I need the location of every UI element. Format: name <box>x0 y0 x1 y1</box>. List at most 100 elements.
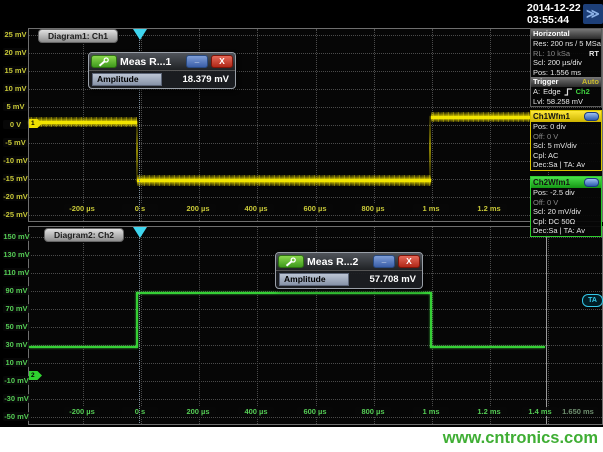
x-axis-label: 200 µs <box>180 407 216 416</box>
meas2-body: Amplitude 57.708 mV <box>276 271 422 288</box>
panel-minimize-icon[interactable] <box>584 178 599 187</box>
ch1wfm1-title: Ch1Wfm1 <box>533 111 570 122</box>
ch1-pos: Pos: 0 div <box>533 122 566 132</box>
y-axis-label: 10 mV <box>3 358 30 367</box>
y-axis-label: 5 mV <box>3 102 28 111</box>
ch1-off-row: Off: 0 V <box>531 132 601 142</box>
ch1-dec: Dec:Sa | TA: Av <box>533 160 585 170</box>
x-axis-label: 800 µs <box>355 204 391 213</box>
trigger-title: Trigger <box>533 77 558 87</box>
x-axis-label: 1 ms <box>413 204 449 213</box>
wrench-icon[interactable] <box>278 255 304 268</box>
ch1wfm1-header[interactable]: Ch1Wfm1 <box>531 111 601 122</box>
meas2-titlebar[interactable]: Meas R...2 _ X <box>276 253 422 271</box>
ch1-waveform-core <box>29 121 137 124</box>
ch2-falling-edge <box>430 292 432 348</box>
y-axis-label: -10 mV <box>3 376 30 385</box>
trigger-header[interactable]: Trigger Auto <box>531 77 601 87</box>
meas1-title: Meas R...1 <box>120 56 186 68</box>
meas1-titlebar[interactable]: Meas R...1 _ X <box>89 53 235 71</box>
horizontal-trigger-panel[interactable]: Horizontal Res: 200 ns / 5 MSa/s RL: 10 … <box>530 28 602 107</box>
y-axis-label: 25 mV <box>3 30 28 39</box>
x-axis-label: 200 µs <box>180 204 216 213</box>
y-axis-label: -30 mV <box>3 394 30 403</box>
horizontal-header[interactable]: Horizontal <box>531 29 601 39</box>
ch1-off: Off: 0 V <box>533 132 558 142</box>
meas1-param-label[interactable]: Amplitude <box>92 73 162 86</box>
y-axis-label: 110 mV <box>3 268 30 277</box>
horizontal-title: Horizontal <box>533 29 570 39</box>
meas2-title: Meas R...2 <box>307 256 373 268</box>
x-axis-label: 400 µs <box>238 407 274 416</box>
ch2-rising-edge <box>136 292 138 348</box>
meas2-value: 57.708 mV <box>349 274 419 285</box>
y-axis-label: 90 mV <box>3 286 30 295</box>
gridline-v <box>490 29 491 221</box>
y-axis-label: 150 mV <box>3 232 30 241</box>
x-axis-label: 600 µs <box>297 204 333 213</box>
meas-result-window-2[interactable]: Meas R...2 _ X Amplitude 57.708 mV <box>275 252 423 289</box>
ch2wfm1-header[interactable]: Ch2Wfm1 <box>531 177 601 188</box>
y-axis-label: -50 mV <box>3 412 30 421</box>
gridline-v <box>316 29 317 221</box>
x-axis-label: 400 µs <box>238 204 274 213</box>
gridline-v <box>432 227 433 424</box>
trigger-level: Lvl: 58.258 mV <box>533 97 583 107</box>
y-axis-label: 15 mV <box>3 66 28 75</box>
ch1-rising-edge <box>429 116 431 180</box>
ch1wfm1-panel[interactable]: Ch1Wfm1 Pos: 0 div Off: 0 V Scl: 5 mV/di… <box>530 110 602 171</box>
x-axis-label: 800 µs <box>355 407 391 416</box>
trigger-position-marker[interactable] <box>133 227 147 238</box>
meas1-value: 18.379 mV <box>162 74 232 85</box>
trigger-type: Edge <box>543 87 561 97</box>
minimize-button[interactable]: _ <box>186 55 208 68</box>
tab-diagram2[interactable]: Diagram2: Ch2 <box>44 228 124 242</box>
x-axis-label: -200 µs <box>64 204 100 213</box>
tab-diagram1[interactable]: Diagram1: Ch1 <box>38 29 118 43</box>
trigger-mode: Auto <box>582 77 599 87</box>
ch2-cpl-row: Cpl: DC 50Ω <box>531 217 601 227</box>
trigger-level-badge[interactable]: TA <box>582 294 603 307</box>
ch1-cpl-row: Cpl: AC <box>531 151 601 161</box>
panel-minimize-icon[interactable] <box>584 112 599 121</box>
gridline-v <box>141 227 142 424</box>
ch2-waveform-low-left <box>29 346 137 348</box>
y-axis-label: -15 mV <box>3 174 28 183</box>
y-axis-label: 30 mV <box>3 340 30 349</box>
datetime-box: 2014-12-22 03:55:44 ≫ <box>527 1 603 27</box>
pos-row: Pos: 1.556 ms <box>531 68 601 78</box>
y-axis-label: 70 mV <box>3 304 30 313</box>
minimize-button[interactable]: _ <box>373 255 395 268</box>
meas1-body: Amplitude 18.379 mV <box>89 71 235 88</box>
rl-row: RL: 10 kSa RT <box>531 49 601 59</box>
ch2-scl-row: Scl: 20 mV/div <box>531 207 601 217</box>
x-axis-label: -200 µs <box>64 407 100 416</box>
trigger-level-row: Lvl: 58.258 mV <box>531 97 601 107</box>
y-axis-label: -5 mV <box>3 138 28 147</box>
trigger-position-marker[interactable] <box>133 29 147 40</box>
ch2wfm1-panel[interactable]: Ch2Wfm1 Pos: -2.5 div Off: 0 V Scl: 20 m… <box>530 176 602 237</box>
watermark-strip: www.cntronics.com <box>0 427 603 452</box>
gridline-v <box>257 227 258 424</box>
close-button[interactable]: X <box>211 55 233 68</box>
gridline-v <box>548 227 549 424</box>
meas2-param-label[interactable]: Amplitude <box>279 273 349 286</box>
ch1-pos-row: Pos: 0 div <box>531 122 601 132</box>
ch2wfm1-title: Ch2Wfm1 <box>533 177 570 188</box>
ch2-waveform-low-right <box>431 346 545 348</box>
datetime-text: 2014-12-22 03:55:44 <box>527 2 581 26</box>
close-button[interactable]: X <box>398 255 420 268</box>
meas-result-window-1[interactable]: Meas R...1 _ X Amplitude 18.379 mV <box>88 52 236 89</box>
trigger-position-line <box>139 227 140 423</box>
wrench-icon[interactable] <box>91 55 117 68</box>
ch2-pos-row: Pos: -2.5 div <box>531 188 601 198</box>
rl-value: RL: 10 kSa <box>533 49 570 59</box>
ch1-dec-row: Dec:Sa | TA: Av <box>531 160 601 170</box>
ch2-scl: Scl: 20 mV/div <box>533 207 581 217</box>
acquisition-end-line <box>546 227 547 424</box>
ch2-dec-row: Dec:Sa | TA: Av <box>531 226 601 236</box>
y-axis-label: 0 V <box>3 120 28 129</box>
time-label: 03:55:44 <box>527 14 581 26</box>
gridline-v <box>374 29 375 221</box>
x-axis-label: 0 s <box>122 407 158 416</box>
